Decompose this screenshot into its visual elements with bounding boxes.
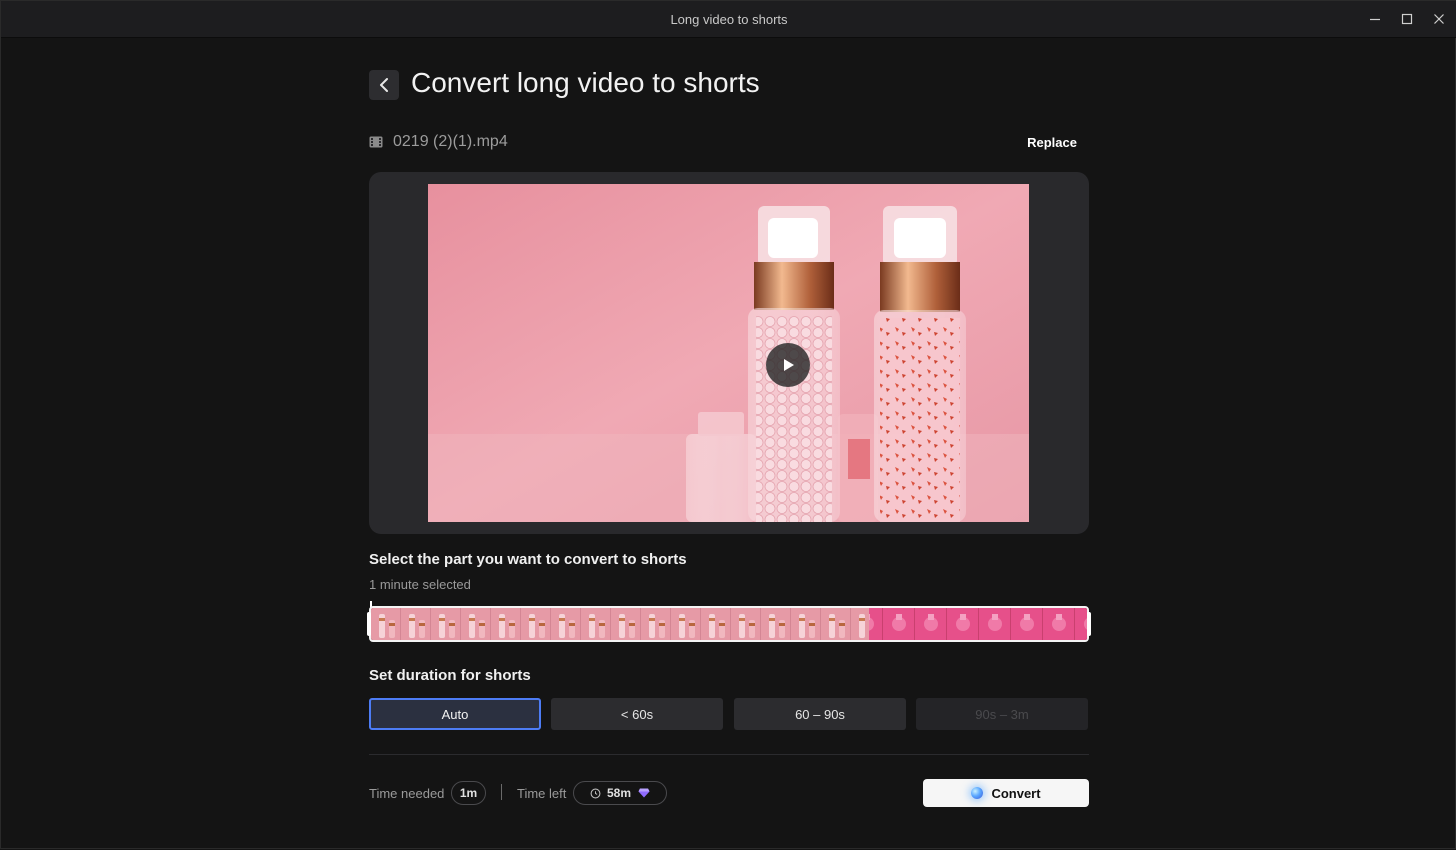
timeline-strip[interactable] [369,606,1089,642]
glow-orb-icon [971,787,983,799]
minimize-button[interactable] [1361,7,1389,31]
selection-subtitle: 1 minute selected [369,577,471,592]
time-needed-badge: 1m [451,781,486,805]
timeline-thumbnails [371,608,1087,640]
app-window: Long video to shorts Convert long video … [0,0,1456,849]
time-needed-label: Time needed [369,786,444,801]
chevron-left-icon [377,77,391,93]
duration-option-auto[interactable]: Auto [369,698,541,730]
convert-label: Convert [991,786,1040,801]
timeline-start-handle[interactable] [367,612,371,636]
page-title: Convert long video to shorts [411,67,760,99]
file-name: 0219 (2)(1).mp4 [393,133,508,151]
timeline-end-handle[interactable] [1087,612,1091,636]
duration-option-under-60s[interactable]: < 60s [551,698,723,730]
title-bar: Long video to shorts [1,1,1456,38]
time-left-value: 58m [607,786,631,800]
duration-option-90s-3m: 90s – 3m [916,698,1088,730]
minimize-icon [1369,13,1381,25]
footer-divider [369,754,1089,755]
replace-button[interactable]: Replace [1027,135,1077,150]
close-icon [1433,13,1445,25]
file-row: 0219 (2)(1).mp4 Replace [369,133,1089,153]
video-thumbnail-image [428,184,1029,522]
window-title: Long video to shorts [1,12,1456,27]
clock-icon [590,788,601,799]
preview-card [369,172,1089,534]
close-button[interactable] [1425,7,1453,31]
time-left-label: Time left [517,786,566,801]
time-left-badge[interactable]: 58m [573,781,667,805]
play-icon [780,357,796,373]
convert-button[interactable]: Convert [923,779,1089,807]
video-preview[interactable] [428,184,1029,522]
play-button[interactable] [766,343,810,387]
duration-title: Set duration for shorts [369,667,531,684]
duration-option-60-90s[interactable]: 60 – 90s [734,698,906,730]
back-button[interactable] [369,70,399,100]
maximize-icon [1401,13,1413,25]
diamond-icon [638,788,650,798]
footer-separator [501,784,502,800]
main-content: Convert long video to shorts 0219 (2)(1)… [369,37,1089,850]
film-icon [369,136,383,148]
time-needed-value: 1m [460,786,477,800]
maximize-button[interactable] [1393,7,1421,31]
selection-title: Select the part you want to convert to s… [369,551,687,568]
